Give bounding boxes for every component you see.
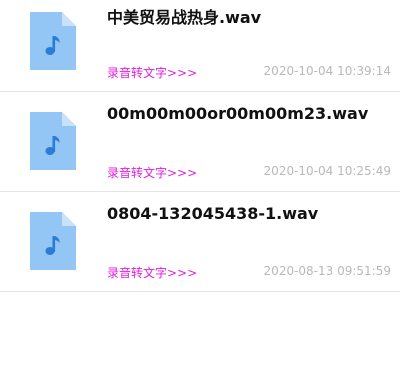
recording-item[interactable]: 0804-132045438-1.wav 录音转文字>>> 2020-08-13… <box>0 192 400 292</box>
audio-file-icon <box>30 212 76 270</box>
recording-list: 中美贸易战热身.wav 录音转文字>>> 2020-10-04 10:39:14… <box>0 0 400 368</box>
file-timestamp: 2020-10-04 10:25:49 <box>263 164 391 178</box>
file-name: 中美贸易战热身.wav <box>107 8 262 27</box>
audio-file-icon <box>30 12 76 70</box>
file-name: 00m00m00or00m00m23.wav <box>107 104 369 123</box>
file-name: 0804-132045438-1.wav <box>107 204 319 223</box>
recording-item[interactable]: 中美贸易战热身.wav 录音转文字>>> 2020-10-04 10:39:14 <box>0 0 400 92</box>
convert-to-text-link[interactable]: 录音转文字>>> <box>107 64 197 81</box>
convert-to-text-link[interactable]: 录音转文字>>> <box>107 164 197 181</box>
file-timestamp: 2020-08-13 09:51:59 <box>263 264 391 278</box>
file-timestamp: 2020-10-04 10:39:14 <box>263 64 391 78</box>
convert-to-text-link[interactable]: 录音转文字>>> <box>107 264 197 281</box>
recording-item[interactable]: 00m00m00or00m00m23.wav 录音转文字>>> 2020-10-… <box>0 92 400 192</box>
audio-file-icon <box>30 112 76 170</box>
